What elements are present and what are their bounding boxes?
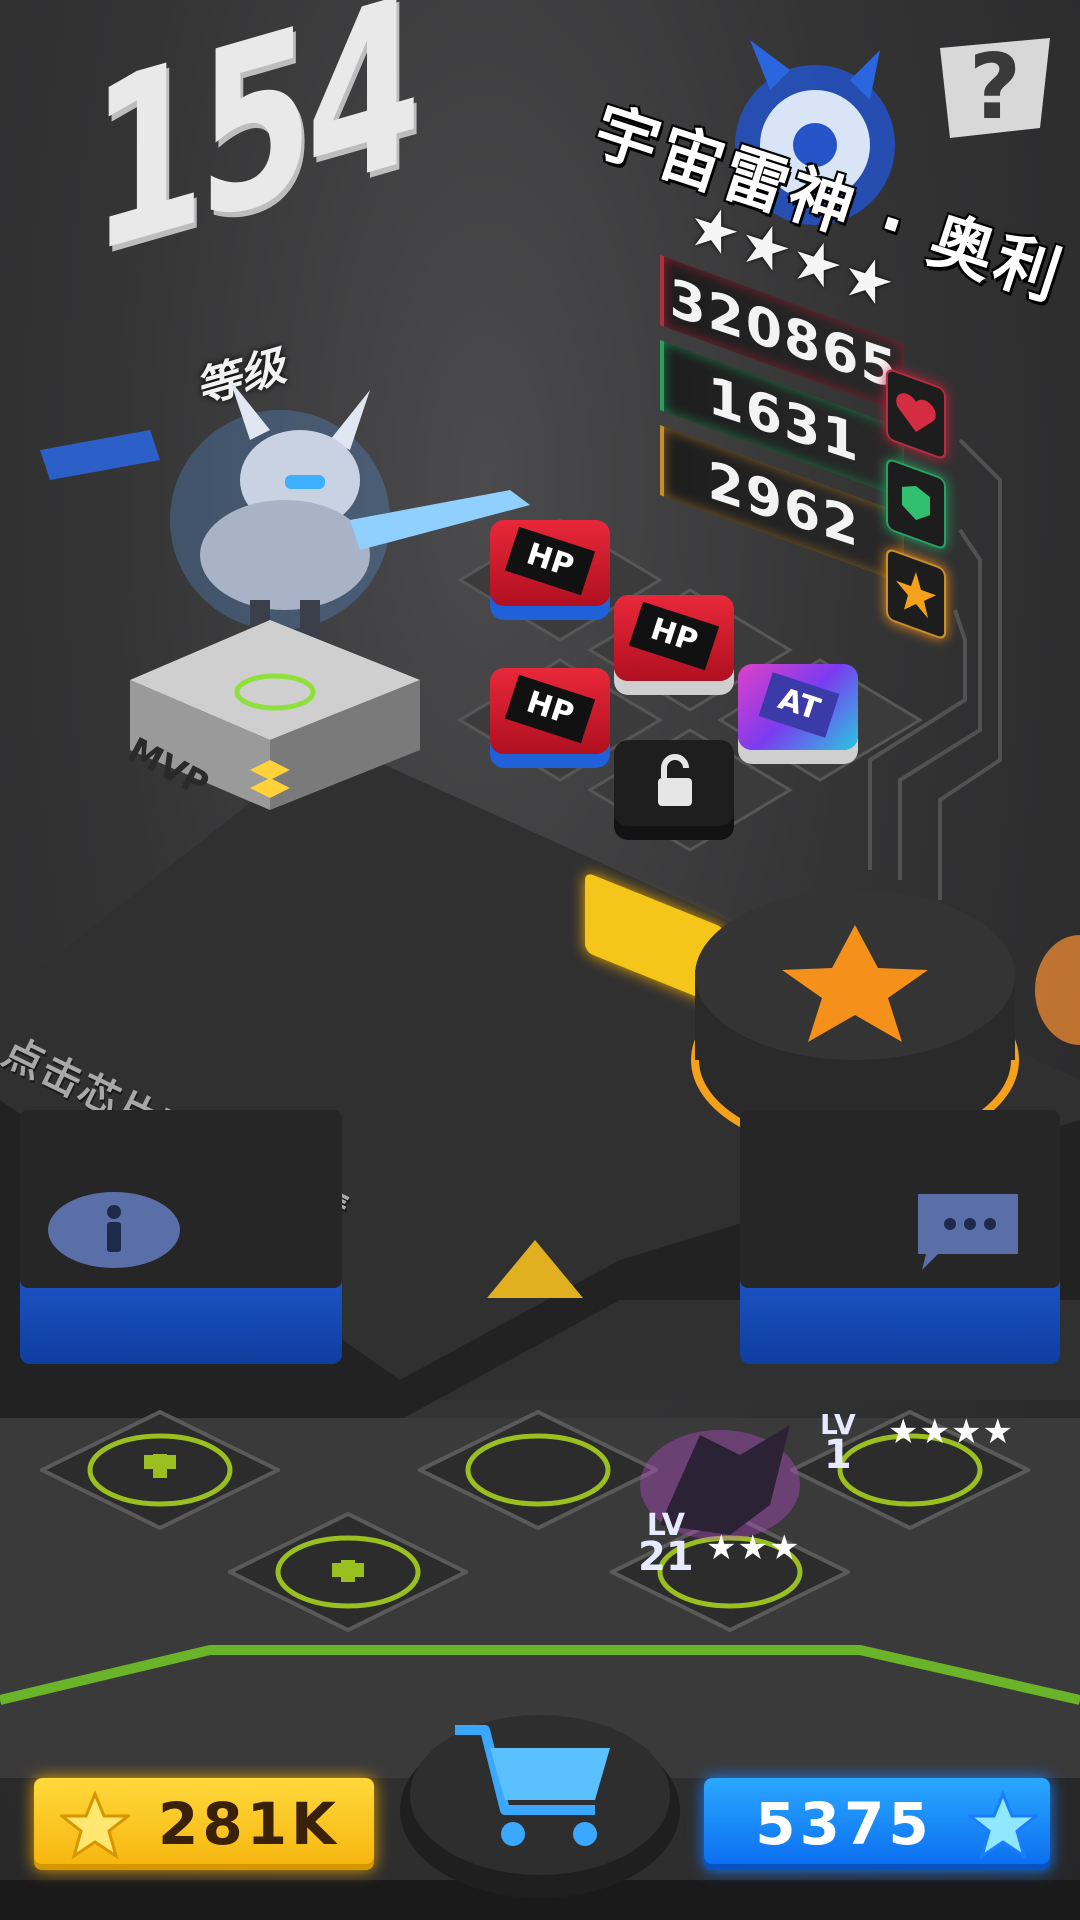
info-icon[interactable] bbox=[46, 1190, 182, 1270]
team-stars-2: ★★★ bbox=[706, 1528, 801, 1568]
gems-amount: 5375 bbox=[755, 1790, 933, 1858]
team-stars-1: ★★★★ bbox=[888, 1412, 1014, 1452]
arrow-up-icon[interactable] bbox=[485, 1238, 585, 1300]
team-lv-badge-1: LV 1 bbox=[820, 1410, 856, 1479]
hp-chip-1-label: HP bbox=[504, 526, 596, 596]
gem-star-icon bbox=[968, 1790, 1038, 1860]
lock-icon bbox=[658, 754, 692, 806]
help-icon[interactable]: ? bbox=[930, 28, 1060, 148]
hp-chip-3-label: HP bbox=[504, 674, 596, 744]
shop-button[interactable] bbox=[395, 1690, 685, 1900]
atk-chip[interactable]: AT bbox=[738, 664, 858, 750]
team-slot-2[interactable] bbox=[228, 1512, 468, 1632]
svg-text:?: ? bbox=[969, 35, 1021, 140]
gold-button[interactable]: 281K bbox=[34, 1778, 374, 1870]
gold-star-icon bbox=[60, 1790, 130, 1860]
atk-chip-label: AT bbox=[758, 672, 840, 738]
gems-button[interactable]: 5375 bbox=[704, 1778, 1050, 1870]
hp-chip-1[interactable]: HP bbox=[490, 520, 610, 606]
hp-chip-2-label: HP bbox=[628, 601, 720, 671]
team-lv-badge-2: LV 21 bbox=[638, 1511, 694, 1580]
game-screen: 154 等级 ? 宇宙雷神 · 奥利 ★★★★ 320865 1631 2962 bbox=[0, 0, 1080, 1920]
chat-icon[interactable] bbox=[908, 1184, 1028, 1274]
team-lv-value-1: 1 bbox=[823, 1432, 852, 1479]
hp-chip-3[interactable]: HP bbox=[490, 668, 610, 754]
locked-chip-slot[interactable] bbox=[614, 740, 734, 826]
team-lv-value-2: 21 bbox=[638, 1534, 694, 1580]
hp-chip-2[interactable]: HP bbox=[614, 595, 734, 681]
gold-amount: 281K bbox=[157, 1790, 340, 1858]
